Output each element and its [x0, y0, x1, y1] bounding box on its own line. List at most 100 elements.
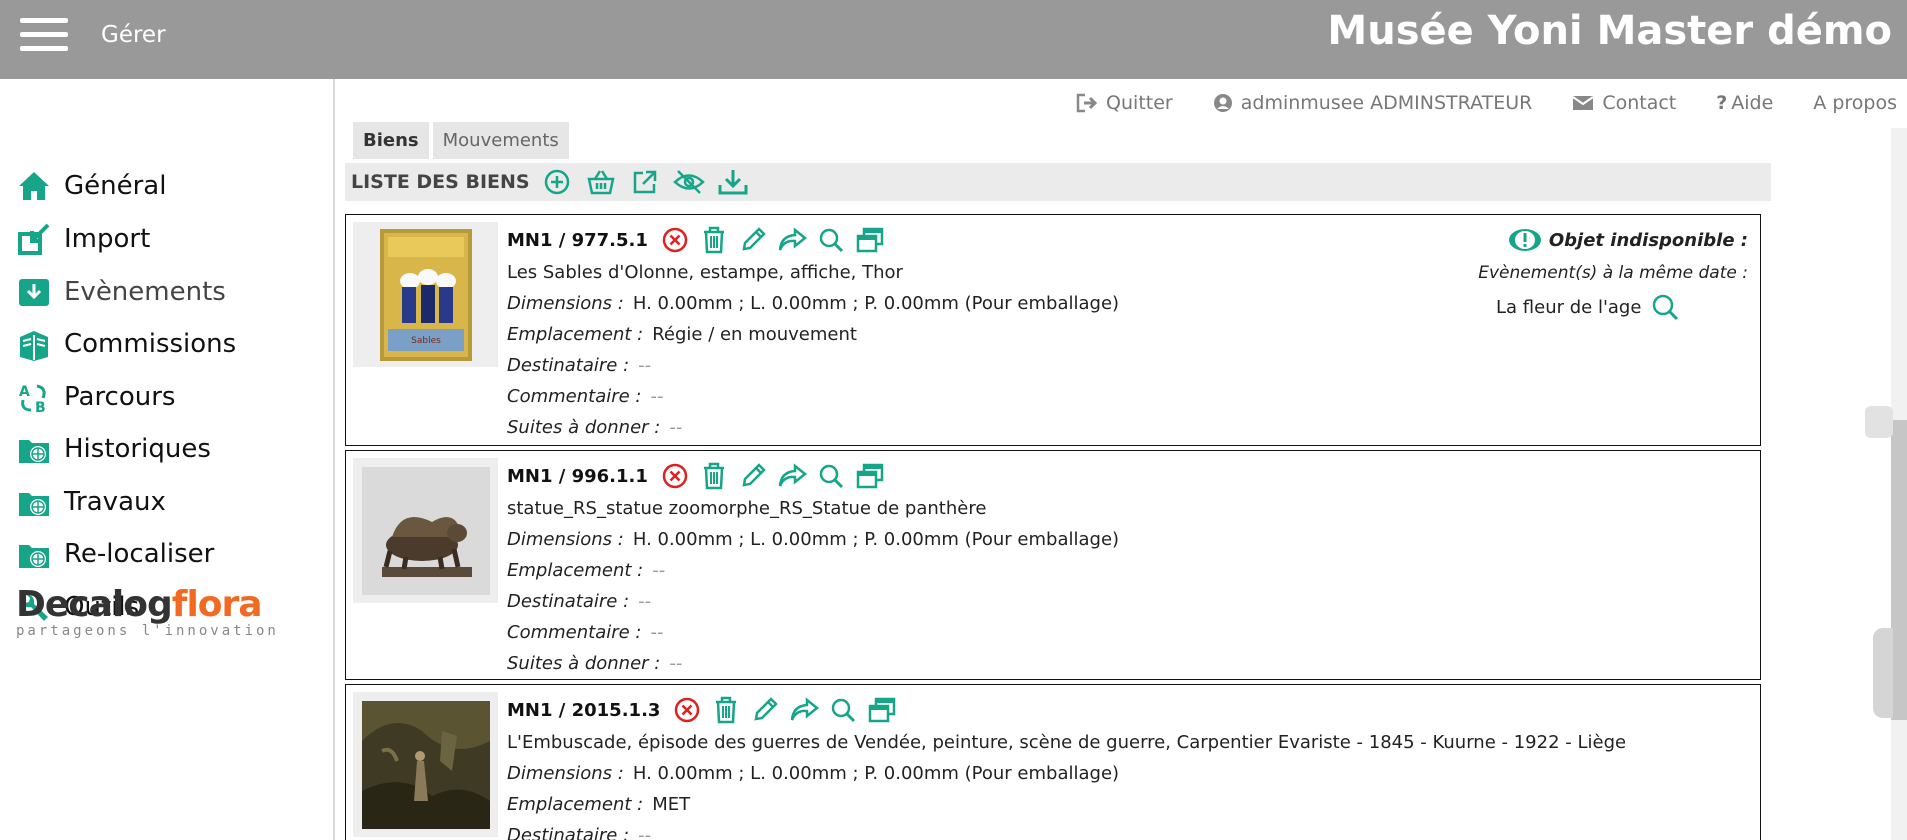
exclamation-badge-icon: [1507, 228, 1543, 252]
item-reference[interactable]: MN1 / 996.1.1: [507, 466, 648, 487]
home-icon: [16, 168, 52, 204]
sidebar-item-travaux[interactable]: Travaux: [16, 480, 166, 524]
sidebar-item-label: Commissions: [64, 329, 237, 359]
search-event-icon[interactable]: [1651, 293, 1679, 321]
list-title: LISTE DES BIENS: [351, 171, 530, 193]
window-restore-icon[interactable]: [855, 225, 885, 255]
sidebar-item-parcours[interactable]: AB Parcours: [16, 375, 175, 419]
item-dimensions-row: Dimensions : H. 0.00mm ; L. 0.00mm ; P. 0…: [507, 293, 1120, 314]
envelope-icon: [1572, 96, 1594, 110]
sidebar-item-label: Re-localiser: [64, 539, 215, 569]
item-reference[interactable]: MN1 / 977.5.1: [507, 230, 648, 251]
eye-slash-icon[interactable]: [672, 165, 706, 199]
search-icon[interactable]: [816, 461, 846, 491]
about-link[interactable]: A propos: [1813, 92, 1897, 114]
share-forward-icon[interactable]: [777, 461, 807, 491]
item-emplacement-row: Emplacement : Régie / en mouvement: [507, 324, 857, 345]
tab-biens[interactable]: Biens: [353, 122, 429, 159]
item-title: L'Embuscade, épisode des guerres de Vend…: [507, 732, 1627, 753]
sidebar-item-label: Historiques: [64, 434, 211, 464]
search-icon[interactable]: [816, 225, 846, 255]
help-link[interactable]: ? Aide: [1716, 92, 1773, 114]
edit-pencil-icon[interactable]: [738, 461, 768, 491]
svg-text:B: B: [35, 400, 46, 414]
sidebar-item-historiques[interactable]: Historiques: [16, 427, 211, 471]
scrollbar-thumb[interactable]: [1891, 420, 1907, 720]
item-destinataire-row: Destinataire : --: [507, 591, 652, 612]
side-panel-toggle-icon[interactable]: [1865, 406, 1893, 438]
unavailable-subtitle: Evènement(s) à la même date :: [1478, 262, 1748, 283]
external-link-icon[interactable]: [628, 165, 662, 199]
books-icon: [16, 326, 52, 362]
download-icon[interactable]: [716, 165, 750, 199]
window-restore-icon[interactable]: [855, 461, 885, 491]
item-reference[interactable]: MN1 / 2015.1.3: [507, 700, 660, 721]
sidebar: Général Import Evènements Commissions AB…: [0, 79, 335, 840]
list-header: LISTE DES BIENS: [345, 163, 1771, 201]
top-bar: Gérer Musée Yoni Master démo: [0, 0, 1907, 79]
item-emplacement: --: [652, 560, 666, 581]
item-commentaire-row: Commentaire : --: [507, 622, 664, 643]
decalog-flora-logo: Decalogflora partageons l'innovation: [16, 584, 279, 639]
item-title: Les Sables d'Olonne, estampe, affiche, T…: [507, 262, 903, 283]
item-dimensions: H. 0.00mm ; L. 0.00mm ; P. 0.00mm (Pour …: [632, 293, 1120, 314]
share-forward-icon[interactable]: [789, 695, 820, 725]
tab-mouvements[interactable]: Mouvements: [432, 122, 569, 159]
top-links: Quitter adminmusee ADMINSTRATEUR Contact…: [1036, 92, 1897, 114]
user-circle-icon: [1213, 94, 1232, 112]
search-icon[interactable]: [828, 695, 858, 725]
sidebar-item-relocaliser[interactable]: Re-localiser: [16, 532, 214, 576]
sidebar-item-general[interactable]: Général: [16, 164, 166, 208]
remove-circle-icon[interactable]: [672, 695, 702, 725]
item-card: MN1 / 2015.1.3 L'Embuscade, épisode des …: [345, 684, 1761, 840]
sidebar-item-label: Travaux: [64, 487, 166, 517]
item-suites: --: [669, 417, 683, 438]
folder-globe-icon: [16, 536, 52, 572]
folder-globe-icon: [16, 431, 52, 467]
sidebar-item-label: Parcours: [64, 382, 176, 412]
quit-link[interactable]: Quitter: [1076, 92, 1173, 114]
item-details: MN1 / 996.1.1 statue_RS_statue zoomorphe…: [507, 459, 1119, 679]
item-dimensions: H. 0.00mm ; L. 0.00mm ; P. 0.00mm (Pour …: [632, 529, 1120, 550]
item-destinataire: --: [638, 591, 652, 612]
item-thumbnail[interactable]: [353, 692, 498, 837]
basket-icon[interactable]: [584, 165, 618, 199]
edit-pencil-icon[interactable]: [738, 225, 768, 255]
remove-circle-icon[interactable]: [660, 225, 690, 255]
event-name: La fleur de l'age: [1496, 296, 1642, 318]
side-drawer-handle[interactable]: [1873, 628, 1893, 718]
item-destinataire: --: [638, 825, 652, 840]
user-link[interactable]: adminmusee ADMINSTRATEUR: [1213, 92, 1532, 114]
question-icon: ?: [1716, 92, 1728, 114]
remove-circle-icon[interactable]: [660, 461, 690, 491]
item-emplacement: MET: [652, 794, 691, 815]
window-restore-icon[interactable]: [867, 695, 897, 725]
edit-pencil-icon[interactable]: [750, 695, 780, 725]
item-commentaire-row: Commentaire : --: [507, 386, 664, 407]
sidebar-item-commissions[interactable]: Commissions: [16, 322, 236, 366]
route-icon: AB: [16, 379, 52, 415]
contact-link[interactable]: Contact: [1572, 92, 1676, 114]
trash-icon[interactable]: [699, 461, 729, 491]
share-forward-icon[interactable]: [777, 225, 807, 255]
trash-icon[interactable]: [711, 695, 741, 725]
svg-text:A: A: [19, 384, 30, 400]
app-title: Musée Yoni Master démo: [1327, 8, 1892, 54]
item-emplacement-row: Emplacement : MET: [507, 794, 691, 815]
item-details: MN1 / 2015.1.3 L'Embuscade, épisode des …: [507, 693, 1626, 840]
item-title: statue_RS_statue zoomorphe_RS_Statue de …: [507, 498, 987, 519]
menu-label[interactable]: Gérer: [101, 22, 166, 48]
item-commentaire: --: [650, 386, 664, 407]
item-card: Sables MN1 / 977.5.1 Les Sables d'Olonne…: [345, 214, 1761, 446]
sidebar-item-label: Général: [64, 171, 167, 201]
trash-icon[interactable]: [699, 225, 729, 255]
download-box-icon: [16, 274, 52, 310]
item-destinataire-row: Destinataire : --: [507, 355, 652, 376]
item-thumbnail[interactable]: [353, 458, 498, 603]
item-card: MN1 / 996.1.1 statue_RS_statue zoomorphe…: [345, 450, 1761, 680]
sidebar-item-import[interactable]: Import: [16, 217, 150, 261]
add-circle-icon[interactable]: [540, 165, 574, 199]
hamburger-menu-icon[interactable]: [20, 18, 68, 54]
item-thumbnail[interactable]: Sables: [353, 222, 498, 367]
sidebar-item-evenements[interactable]: Evènements: [16, 270, 226, 314]
